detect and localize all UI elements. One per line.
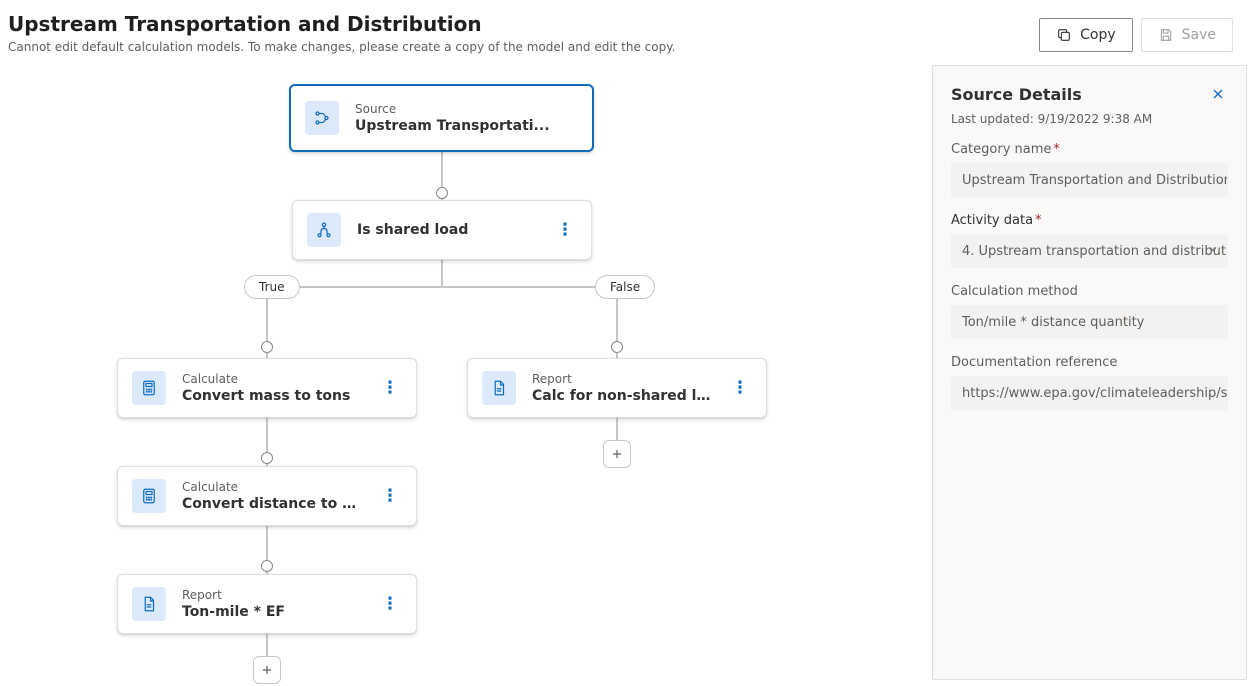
method-input[interactable]: Ton/mile * distance quantity [951, 305, 1228, 339]
calculator-icon [132, 479, 166, 513]
field-label: Calculation method [951, 284, 1228, 299]
docref-input[interactable]: https://www.epa.gov/climateleadership/sc… [951, 376, 1228, 410]
branch-true-label: True [244, 275, 300, 299]
node-text: Is shared load [357, 221, 537, 239]
connector [266, 634, 268, 656]
node-calc-mass[interactable]: Calculate Convert mass to tons ⋮ [117, 358, 417, 418]
field-label: Documentation reference [951, 355, 1228, 370]
connector [266, 286, 618, 288]
label-text: Calculation method [951, 284, 1078, 299]
details-panel: Source Details Last updated: 9/19/2022 9… [932, 65, 1247, 680]
connector [616, 418, 618, 440]
node-type-label: Source [355, 101, 578, 117]
node-text: Source Upstream Transportati... [355, 101, 578, 135]
document-icon [132, 587, 166, 621]
panel-header: Source Details [951, 84, 1228, 104]
chevron-down-icon [1207, 243, 1219, 259]
node-type-label: Calculate [182, 479, 362, 495]
node-title: Is shared load [357, 221, 537, 239]
port [261, 341, 273, 353]
node-menu-button[interactable]: ⋮ [728, 378, 752, 398]
input-value: Upstream Transportation and Distribution [962, 173, 1228, 188]
node-menu-button[interactable]: ⋮ [378, 594, 402, 614]
connector [441, 260, 443, 286]
page-title: Upstream Transportation and Distribution [8, 12, 1039, 36]
label-text: Documentation reference [951, 355, 1117, 370]
copy-button-label: Copy [1080, 27, 1116, 43]
label-text: Activity data [951, 213, 1033, 228]
field-label: Activity data* [951, 213, 1228, 228]
save-icon [1158, 27, 1174, 43]
save-button: Save [1141, 18, 1233, 52]
node-title: Upstream Transportati... [355, 117, 578, 135]
port [261, 452, 273, 464]
node-type-label: Calculate [182, 371, 362, 387]
copy-button[interactable]: Copy [1039, 18, 1133, 52]
input-value: 4. Upstream transportation and distribut… [962, 244, 1228, 259]
node-menu-button[interactable]: ⋮ [378, 486, 402, 506]
input-value: Ton/mile * distance quantity [962, 315, 1144, 330]
field-activity: Activity data* 4. Upstream transportatio… [951, 213, 1228, 268]
node-title: Convert mass to tons [182, 387, 362, 405]
activity-select[interactable]: 4. Upstream transportation and distribut… [951, 234, 1228, 268]
header-left: Upstream Transportation and Distribution… [8, 12, 1039, 54]
flow-canvas[interactable]: True False Source Upstream Transportati.… [0, 60, 926, 686]
panel-last-updated: Last updated: 9/19/2022 9:38 AM [951, 112, 1228, 126]
node-type-label: Report [532, 371, 712, 387]
node-condition[interactable]: Is shared load ⋮ [292, 200, 592, 260]
port [436, 187, 448, 199]
source-icon [305, 101, 339, 135]
field-method: Calculation method Ton/mile * distance q… [951, 284, 1228, 339]
node-calc-distance[interactable]: Calculate Convert distance to mi... ⋮ [117, 466, 417, 526]
node-text: Report Calc for non-shared load [532, 371, 712, 405]
node-type-label: Report [182, 587, 362, 603]
document-icon [482, 371, 516, 405]
node-title: Ton-mile * EF [182, 603, 362, 621]
node-title: Calc for non-shared load [532, 387, 712, 405]
page-header: Upstream Transportation and Distribution… [0, 0, 1253, 54]
node-text: Calculate Convert distance to mi... [182, 479, 362, 513]
field-docref: Documentation reference https://www.epa.… [951, 355, 1228, 410]
add-node-button[interactable] [603, 440, 631, 468]
add-node-button[interactable] [253, 656, 281, 684]
node-title: Convert distance to mi... [182, 495, 362, 513]
required-mark: * [1035, 213, 1042, 228]
required-mark: * [1053, 142, 1060, 157]
port [611, 341, 623, 353]
node-menu-button[interactable]: ⋮ [553, 220, 577, 240]
copy-icon [1056, 27, 1072, 43]
header-actions: Copy Save [1039, 18, 1233, 52]
port [261, 560, 273, 572]
calculator-icon [132, 371, 166, 405]
branch-false-label: False [595, 275, 655, 299]
node-menu-button[interactable]: ⋮ [378, 378, 402, 398]
node-report-nonshared[interactable]: Report Calc for non-shared load ⋮ [467, 358, 767, 418]
category-input[interactable]: Upstream Transportation and Distribution [951, 163, 1228, 197]
field-label: Category name* [951, 142, 1228, 157]
node-report-tonmile[interactable]: Report Ton-mile * EF ⋮ [117, 574, 417, 634]
field-category: Category name* Upstream Transportation a… [951, 142, 1228, 197]
save-button-label: Save [1182, 27, 1216, 43]
panel-close-button[interactable] [1208, 84, 1228, 104]
branch-icon [307, 213, 341, 247]
page-subtitle: Cannot edit default calculation models. … [8, 40, 1039, 54]
node-text: Calculate Convert mass to tons [182, 371, 362, 405]
node-source[interactable]: Source Upstream Transportati... [289, 84, 594, 152]
label-text: Category name [951, 142, 1051, 157]
panel-title: Source Details [951, 85, 1082, 104]
input-value: https://www.epa.gov/climateleadership/sc… [962, 386, 1228, 401]
node-text: Report Ton-mile * EF [182, 587, 362, 621]
